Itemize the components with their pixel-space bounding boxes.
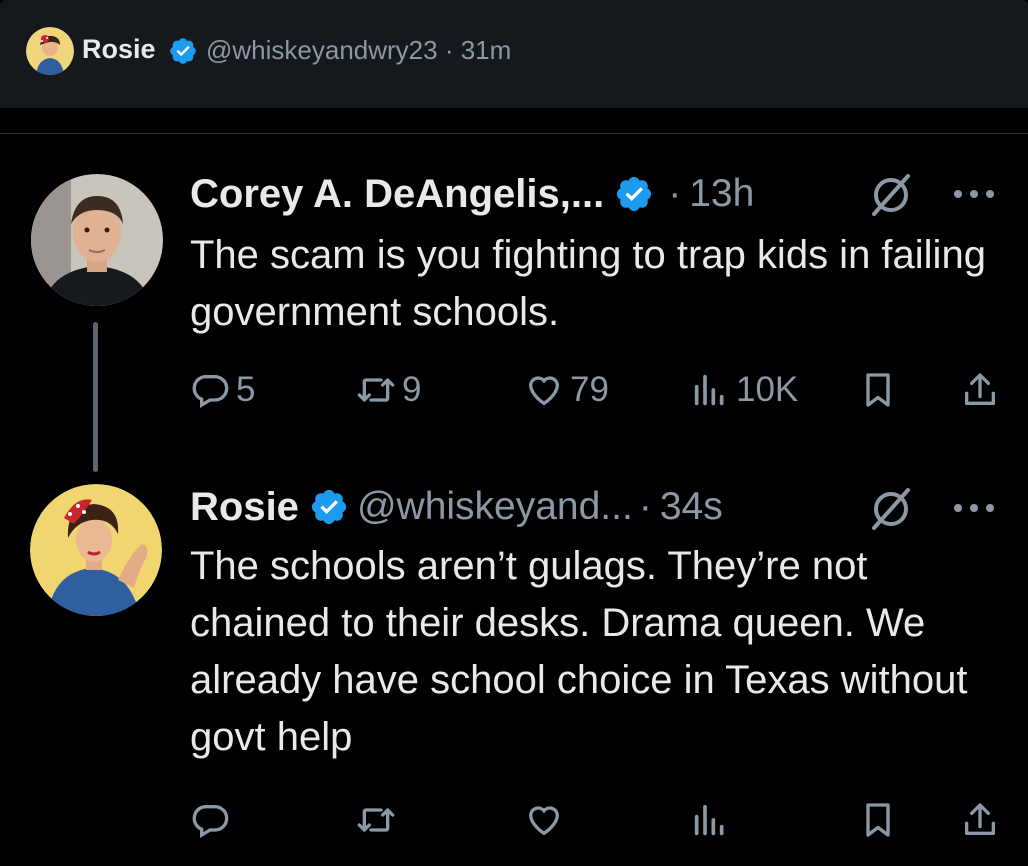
like-button[interactable] bbox=[524, 795, 564, 845]
share-button[interactable] bbox=[960, 365, 1000, 415]
reply-icon bbox=[192, 375, 229, 408]
retweet-icon bbox=[357, 378, 395, 402]
handle-and-time: @whiskeyandwry23 · 31m bbox=[206, 35, 512, 65]
bookmark-button[interactable] bbox=[858, 795, 898, 845]
reply-button[interactable]: 5 bbox=[190, 365, 255, 415]
quote-header[interactable]: Rosie @whiskeyandwry23 · 31m bbox=[0, 0, 1028, 108]
reply-count: 5 bbox=[236, 370, 256, 409]
views-icon bbox=[694, 804, 724, 836]
grok-icon[interactable] bbox=[866, 170, 916, 220]
more-icon[interactable] bbox=[950, 184, 998, 204]
tweet-text: The scam is you fighting to trap kids in… bbox=[190, 233, 986, 334]
verified-badge-icon bbox=[170, 38, 196, 64]
reply-button[interactable] bbox=[190, 795, 230, 845]
like-icon bbox=[528, 376, 560, 406]
separator-dot: · bbox=[668, 172, 682, 215]
retweet-button[interactable]: 9 bbox=[356, 365, 421, 415]
tweet-actions bbox=[190, 795, 1010, 845]
verified-badge-icon bbox=[617, 176, 652, 212]
tweet-actions: 5 9 79 10K bbox=[190, 365, 1010, 415]
avatar[interactable] bbox=[26, 27, 74, 75]
retweet-button[interactable] bbox=[356, 795, 396, 845]
views-count: 10K bbox=[736, 370, 799, 409]
share-icon bbox=[965, 373, 995, 405]
share-button[interactable] bbox=[960, 795, 1000, 845]
views-button[interactable]: 10K bbox=[690, 365, 798, 415]
author-name[interactable]: Rosie bbox=[190, 485, 299, 530]
timestamp[interactable]: 34s bbox=[660, 485, 723, 529]
timestamp[interactable]: 13h bbox=[689, 172, 754, 216]
views-button[interactable] bbox=[690, 795, 730, 845]
like-count: 79 bbox=[570, 370, 609, 409]
separator-dot: · bbox=[638, 485, 652, 528]
avatar-corey[interactable] bbox=[31, 174, 163, 306]
grok-icon[interactable] bbox=[866, 484, 916, 534]
author-name[interactable]: Rosie bbox=[82, 34, 156, 65]
thread-connector-line bbox=[93, 322, 98, 472]
tweet-header: Corey A. DeAngelis,... · 13h bbox=[190, 170, 754, 218]
divider bbox=[0, 133, 1028, 134]
views-icon bbox=[694, 374, 724, 406]
avatar-rosie[interactable] bbox=[30, 484, 162, 616]
author-handle[interactable]: @whiskeyand... bbox=[357, 485, 633, 529]
bookmark-icon bbox=[866, 803, 890, 837]
like-button[interactable]: 79 bbox=[524, 365, 609, 415]
author-name[interactable]: Corey A. DeAngelis,... bbox=[190, 172, 604, 217]
retweet-count: 9 bbox=[402, 370, 422, 409]
more-icon[interactable] bbox=[950, 498, 998, 518]
retweet-icon bbox=[357, 808, 395, 832]
bookmark-icon bbox=[866, 373, 890, 407]
reply-icon bbox=[192, 805, 229, 838]
tweet-text: The schools aren’t gulags. They’re not c… bbox=[190, 544, 968, 759]
like-icon bbox=[528, 806, 560, 836]
tweet-header: Rosie @whiskeyand... · 34s bbox=[190, 483, 723, 531]
bookmark-button[interactable] bbox=[858, 365, 898, 415]
share-icon bbox=[965, 803, 995, 835]
verified-badge-icon bbox=[311, 489, 347, 525]
